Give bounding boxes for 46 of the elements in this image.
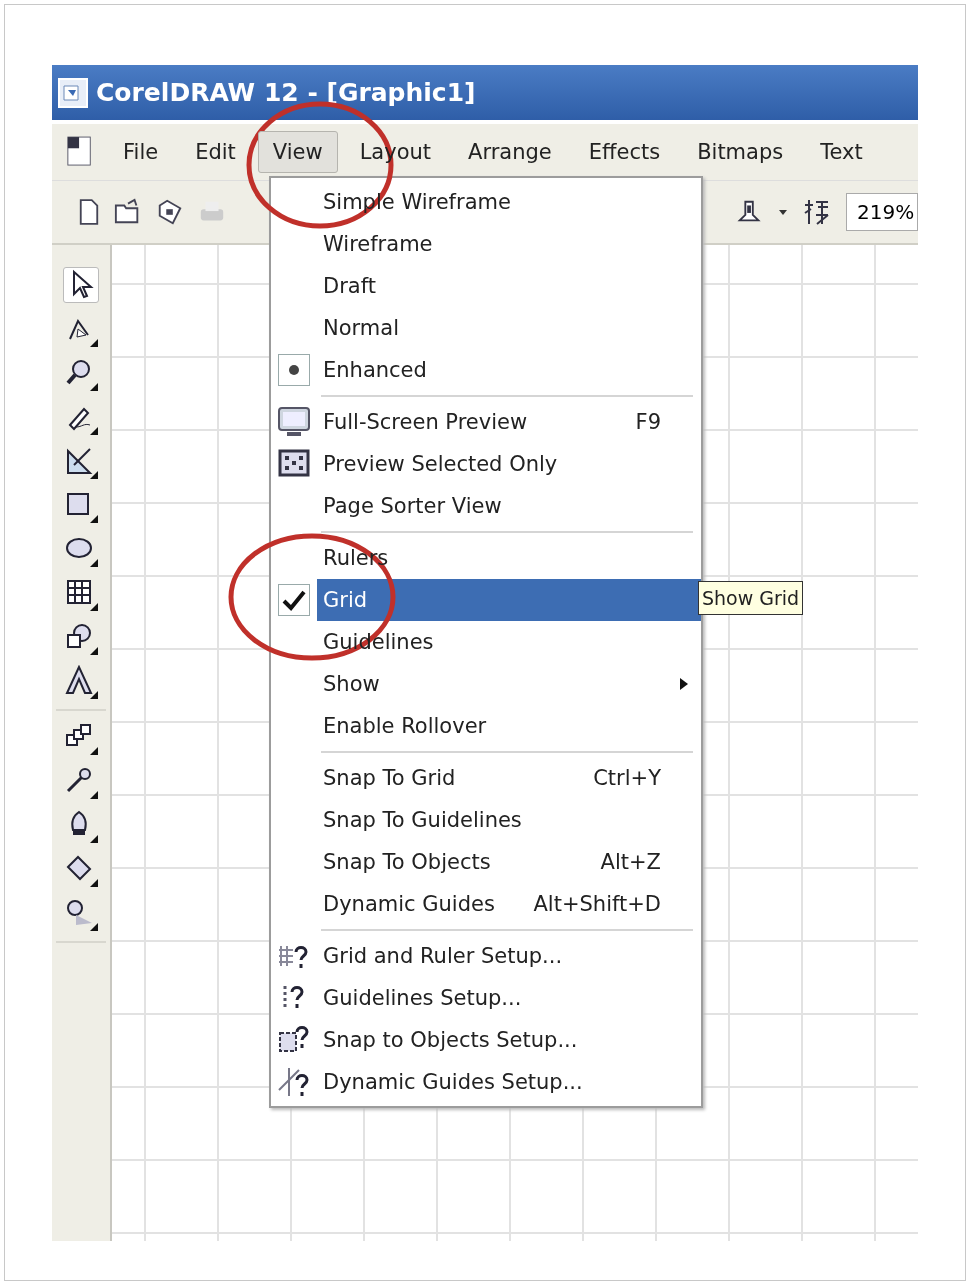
menu-item[interactable]: Snap To Guidelines (271, 799, 701, 841)
menu-item[interactable]: Edit (180, 131, 251, 173)
menu-item[interactable]: Dynamic Guides Alt+Shift+D (271, 883, 701, 925)
menu-item[interactable]: Show (271, 663, 701, 705)
menu-item[interactable]: Bitmaps (682, 131, 799, 173)
menu-item[interactable]: File (108, 131, 174, 173)
basic-shapes-icon[interactable] (64, 621, 98, 655)
menu-item[interactable]: Enable Rollover (271, 705, 701, 747)
smart-fill-icon[interactable] (64, 445, 98, 479)
dropdown-arrow-icon[interactable] (778, 207, 788, 217)
menu-item[interactable]: Grid (271, 579, 701, 621)
menu-item[interactable]: Preview Selected Only (271, 443, 701, 485)
zoom-icon[interactable] (64, 357, 98, 391)
menu-item[interactable]: Text (805, 131, 878, 173)
monitor-icon (277, 406, 311, 438)
menu-item[interactable]: Arrange (453, 131, 567, 173)
window-title: CorelDRAW 12 - [Graphic1] (96, 78, 476, 107)
text-tool-icon[interactable] (64, 665, 98, 699)
menu-item[interactable]: Snap To Objects Alt+Z (271, 841, 701, 883)
pointer-icon[interactable] (63, 267, 99, 303)
menu-item[interactable]: Wireframe (271, 223, 701, 265)
menu-item[interactable]: Dynamic Guides Setup... (271, 1061, 701, 1103)
menu-item[interactable]: Normal (271, 307, 701, 349)
eyedropper-icon[interactable] (64, 765, 98, 799)
menu-item[interactable]: Snap To Grid Ctrl+Y (271, 757, 701, 799)
menu-item[interactable]: Draft (271, 265, 701, 307)
table-grid-icon[interactable] (64, 577, 98, 611)
document-icon[interactable] (66, 135, 94, 169)
interactive-fill-icon[interactable] (64, 897, 98, 931)
menu-item[interactable]: Grid and Ruler Setup... (271, 935, 701, 977)
menu-item[interactable]: Snap to Objects Setup... (271, 1019, 701, 1061)
tooltip: Show Grid (698, 581, 804, 615)
menu-item[interactable]: Guidelines Setup... (271, 977, 701, 1019)
menu-item[interactable]: Full-Screen Preview F9 (271, 401, 701, 443)
submenu-arrow-icon (679, 677, 689, 691)
zoom-level-field[interactable]: 219% (846, 193, 918, 231)
menu-item[interactable]: Enhanced (271, 349, 701, 391)
dynamic-guides-question-icon (277, 1066, 311, 1098)
app-icon (58, 77, 88, 108)
menu-item[interactable]: View (257, 131, 338, 173)
menu-item[interactable]: Page Sorter View (271, 485, 701, 527)
selection-frame-icon (277, 448, 311, 480)
new-document-icon[interactable] (78, 198, 100, 226)
menu-item[interactable]: Effects (573, 131, 676, 173)
radio-dot-icon (288, 364, 300, 376)
interactive-blend-icon[interactable] (64, 721, 98, 755)
